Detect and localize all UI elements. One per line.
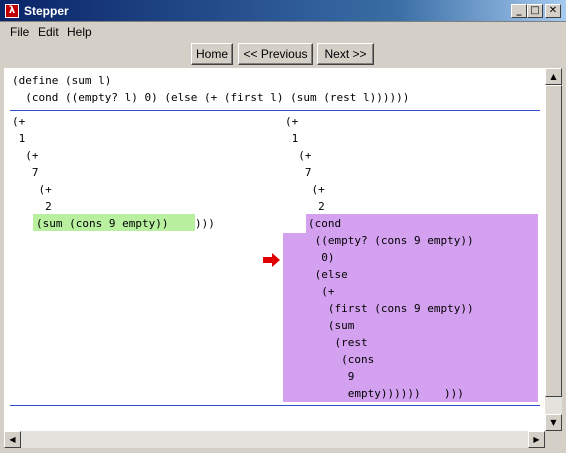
left-expr-line: 1	[12, 132, 26, 145]
left-expr-line: 7	[12, 166, 39, 179]
maximize-button[interactable]: □	[527, 4, 543, 18]
definition-line: (define (sum l)	[12, 74, 112, 87]
right-expr-line: 7	[285, 166, 312, 179]
right-reduct-line: (sum	[308, 319, 355, 332]
stepper-canvas: (define (sum l) (cond ((empty? l) 0) (el…	[4, 68, 545, 431]
separator	[10, 110, 540, 111]
scroll-left-icon[interactable]: ◀	[4, 431, 21, 448]
right-reduct-line: 9	[308, 370, 355, 383]
right-expr-line: (+	[285, 183, 325, 196]
right-reduct-line: (cons	[308, 353, 375, 366]
menu-bar: File Edit Help	[0, 22, 566, 42]
right-reduct-line: ((empty? (cons 9 empty))	[308, 234, 474, 247]
right-reduct-tail: )))	[444, 387, 464, 400]
right-expr-line: (+	[285, 149, 312, 162]
title-bar: λ Stepper _ □ ✕	[0, 0, 566, 22]
vertical-scroll-thumb[interactable]	[545, 85, 562, 397]
right-reduct-line: (+	[308, 285, 335, 298]
right-expr-line: 2	[285, 200, 325, 213]
separator	[10, 405, 540, 406]
window-title: Stepper	[24, 4, 69, 18]
definition-line: (cond ((empty? l) 0) (else (+ (first l) …	[12, 91, 410, 104]
scroll-up-icon[interactable]: ▲	[545, 68, 562, 85]
lambda-icon: λ	[5, 4, 19, 18]
red-arrow-icon	[263, 253, 280, 267]
left-redex: (sum (cons 9 empty))	[36, 217, 169, 230]
right-reduct-line: (first (cons 9 empty))	[308, 302, 474, 315]
minimize-button[interactable]: _	[511, 4, 527, 18]
scroll-down-icon[interactable]: ▼	[545, 414, 562, 431]
previous-button[interactable]: << Previous	[238, 43, 313, 65]
scrollbar-corner	[545, 431, 562, 448]
menu-file[interactable]: File	[10, 25, 29, 39]
left-expr-line: (+	[12, 149, 39, 162]
next-button[interactable]: Next >>	[317, 43, 374, 65]
menu-edit[interactable]: Edit	[38, 25, 59, 39]
left-redex-tail: )))	[195, 217, 215, 230]
right-reduct-line: (cond	[308, 217, 342, 230]
home-button[interactable]: Home	[191, 43, 233, 65]
right-reduct-line: 0)	[308, 251, 335, 264]
horizontal-scrollbar[interactable]: ◀ ▶	[4, 431, 545, 448]
vertical-scrollbar[interactable]: ▲ ▼	[545, 68, 562, 431]
left-expr-line: (+	[12, 183, 52, 196]
left-expr-line: (+	[12, 115, 26, 128]
right-expr-line: (+	[285, 115, 299, 128]
right-reduct-line: empty))))))	[308, 387, 421, 400]
left-expr-line: 2	[12, 200, 52, 213]
right-reduct-line: (rest	[308, 336, 368, 349]
close-button[interactable]: ✕	[545, 4, 561, 18]
menu-help[interactable]: Help	[67, 25, 92, 39]
right-expr-line: 1	[285, 132, 299, 145]
scroll-right-icon[interactable]: ▶	[528, 431, 545, 448]
right-reduct-line: (else	[308, 268, 348, 281]
